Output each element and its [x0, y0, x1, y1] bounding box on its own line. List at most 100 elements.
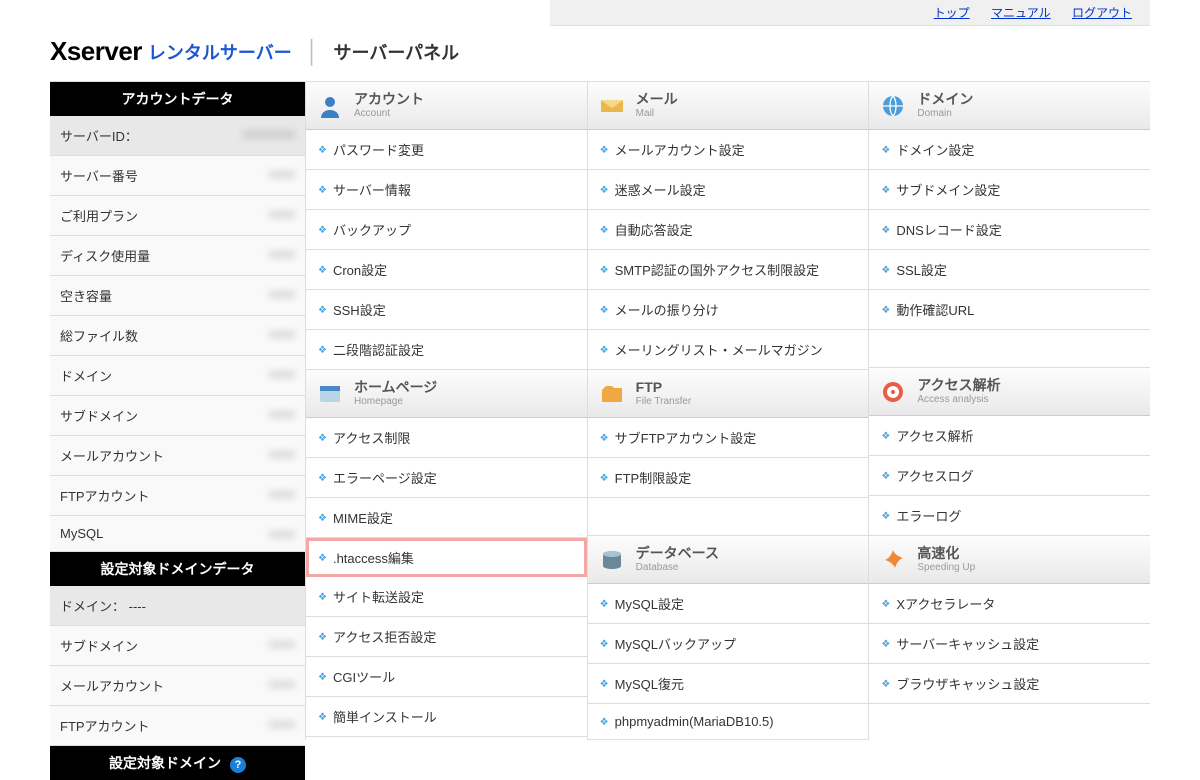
menu-item[interactable]: SMTP認証の国外アクセス制限設定: [588, 250, 869, 290]
menu-item[interactable]: ブラウザキャッシュ設定: [869, 664, 1150, 704]
menu-item[interactable]: アクセス拒否設定: [306, 617, 587, 657]
content: アカウントAccount パスワード変更サーバー情報バックアップCron設定SS…: [305, 82, 1150, 740]
bullet-icon: [318, 264, 325, 276]
sidebar-row: サブドメインxxxx: [50, 396, 305, 436]
bullet-icon: [881, 304, 888, 316]
bullet-icon: [600, 304, 607, 316]
header: Xserver レンタルサーバー │ サーバーパネル: [50, 26, 1150, 82]
menu-item[interactable]: SSH設定: [306, 290, 587, 330]
bullet-icon: [881, 470, 888, 482]
category-header-speedup: 高速化Speeding Up: [869, 536, 1150, 584]
bullet-icon: [318, 512, 325, 524]
page-title: サーバーパネル: [334, 39, 460, 65]
menu-item[interactable]: MySQLバックアップ: [588, 624, 869, 664]
mail-icon: [598, 92, 626, 120]
speedup-icon: [879, 546, 907, 574]
menu-item[interactable]: DNSレコード設定: [869, 210, 1150, 250]
sidebar-row: FTPアカウントxxxx: [50, 476, 305, 516]
bullet-icon: [318, 472, 325, 484]
category-header-domain: ドメインDomain: [869, 82, 1150, 130]
account-icon: [316, 92, 344, 120]
menu-item[interactable]: 動作確認URL: [869, 290, 1150, 330]
bullet-icon: [881, 638, 888, 650]
menu-item[interactable]: サブFTPアカウント設定: [588, 418, 869, 458]
logo-subtitle: レンタルサーバー: [148, 39, 292, 65]
sidebar-row: MySQLxxxx: [50, 516, 305, 552]
bullet-icon: [318, 552, 325, 564]
menu-item[interactable]: バックアップ: [306, 210, 587, 250]
menu-item[interactable]: 自動応答設定: [588, 210, 869, 250]
menu-item[interactable]: 簡単インストール: [306, 697, 587, 737]
sidebar-row: サーバー番号xxxx: [50, 156, 305, 196]
menu-item[interactable]: エラーページ設定: [306, 458, 587, 498]
top-link-manual[interactable]: マニュアル: [991, 6, 1051, 20]
menu-item[interactable]: アクセスログ: [869, 456, 1150, 496]
menu-item[interactable]: MySQL復元: [588, 664, 869, 704]
menu-item[interactable]: CGIツール: [306, 657, 587, 697]
ftp-icon: [598, 380, 626, 408]
menu-item[interactable]: エラーログ: [869, 496, 1150, 536]
sidebar: アカウントデータ サーバーID：xxxxxxxx サーバー番号xxxxご利用プラ…: [50, 82, 305, 780]
menu-item[interactable]: MySQL設定: [588, 584, 869, 624]
bullet-icon: [318, 432, 325, 444]
top-links: トップ マニュアル ログアウト: [550, 0, 1150, 26]
bullet-icon: [881, 510, 888, 522]
sidebar-server-id: サーバーID：xxxxxxxx: [50, 116, 305, 156]
sidebar-header-target-domain: 設定対象ドメイン ?: [50, 746, 305, 780]
bullet-icon: [600, 344, 607, 356]
bullet-icon: [600, 716, 607, 728]
bullet-icon: [318, 184, 325, 196]
menu-item[interactable]: ドメイン設定: [869, 130, 1150, 170]
bullet-icon: [881, 430, 888, 442]
bullet-icon: [318, 591, 325, 603]
menu-item[interactable]: SSL設定: [869, 250, 1150, 290]
menu-item[interactable]: サイト転送設定: [306, 577, 587, 617]
bullet-icon: [881, 144, 888, 156]
help-icon[interactable]: ?: [230, 757, 246, 773]
menu-item[interactable]: アクセス制限: [306, 418, 587, 458]
menu-item[interactable]: Xアクセラレータ: [869, 584, 1150, 624]
sidebar-row: メールアカウントxxxx: [50, 666, 305, 706]
menu-item[interactable]: アクセス解析: [869, 416, 1150, 456]
sidebar-row: ディスク使用量xxxx: [50, 236, 305, 276]
menu-item[interactable]: メーリングリスト・メールマガジン: [588, 330, 869, 370]
menu-item[interactable]: Cron設定: [306, 250, 587, 290]
bullet-icon: [318, 344, 325, 356]
logo: Xserver: [50, 36, 142, 67]
menu-item[interactable]: パスワード変更: [306, 130, 587, 170]
menu-item[interactable]: FTP制限設定: [588, 458, 869, 498]
bullet-icon: [600, 184, 607, 196]
sidebar-domain-row: ドメイン： ----: [50, 586, 305, 626]
menu-item[interactable]: .htaccess編集: [306, 538, 587, 577]
category-header-ftp: FTPFile Transfer: [588, 370, 869, 418]
bullet-icon: [318, 304, 325, 316]
category-header-mail: メールMail: [588, 82, 869, 130]
bullet-icon: [318, 671, 325, 683]
category-header-account: アカウントAccount: [306, 82, 587, 130]
sidebar-row: FTPアカウントxxxx: [50, 706, 305, 746]
sidebar-header-account: アカウントデータ: [50, 82, 305, 116]
menu-item[interactable]: MIME設定: [306, 498, 587, 538]
sidebar-row: 空き容量xxxx: [50, 276, 305, 316]
bullet-icon: [318, 711, 325, 723]
bullet-icon: [318, 144, 325, 156]
category-header-access: アクセス解析Access analysis: [869, 368, 1150, 416]
bullet-icon: [881, 598, 888, 610]
sidebar-row: メールアカウントxxxx: [50, 436, 305, 476]
bullet-icon: [600, 598, 607, 610]
domain-icon: [879, 92, 907, 120]
top-link-logout[interactable]: ログアウト: [1072, 6, 1132, 20]
menu-item[interactable]: サブドメイン設定: [869, 170, 1150, 210]
menu-item[interactable]: 迷惑メール設定: [588, 170, 869, 210]
top-link-top[interactable]: トップ: [934, 6, 970, 20]
sidebar-header-domain-data: 設定対象ドメインデータ: [50, 552, 305, 586]
menu-item[interactable]: サーバー情報: [306, 170, 587, 210]
bullet-icon: [600, 432, 607, 444]
menu-item[interactable]: 二段階認証設定: [306, 330, 587, 370]
menu-item[interactable]: phpmyadmin(MariaDB10.5): [588, 704, 869, 740]
bullet-icon: [600, 638, 607, 650]
menu-item[interactable]: メールの振り分け: [588, 290, 869, 330]
menu-item[interactable]: サーバーキャッシュ設定: [869, 624, 1150, 664]
menu-item[interactable]: メールアカウント設定: [588, 130, 869, 170]
bullet-icon: [318, 224, 325, 236]
